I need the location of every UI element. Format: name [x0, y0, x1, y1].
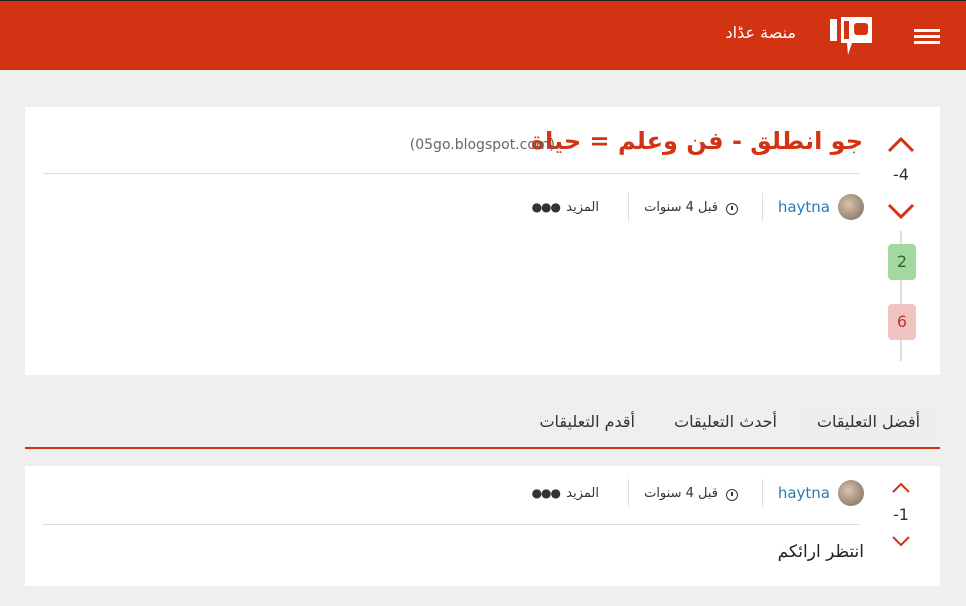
comment-time: قبل 4 سنوات [644, 486, 718, 501]
comment-text: انتظر ارائكم [777, 542, 864, 562]
tab-oldest-comments[interactable]: أقدم التعليقات [539, 412, 635, 431]
downvote-icon[interactable] [891, 535, 911, 547]
meta-separator [762, 479, 763, 507]
comment-meta-row: haytna قبل 4 سنوات المزيد ●●● [25, 479, 940, 509]
more-dots-icon[interactable]: ●●● [532, 486, 561, 500]
tab-best-comments[interactable]: أفضل التعليقات [797, 402, 940, 439]
downvote-count-badge: 6 [888, 304, 916, 340]
upvote-icon[interactable] [887, 135, 915, 153]
author-link[interactable]: haytna [778, 484, 830, 502]
post-time: قبل 4 سنوات [644, 200, 718, 215]
post-title[interactable]: جو انطلق - فن وعلم = حياة [531, 127, 863, 155]
more-dots-icon[interactable]: ●●● [532, 200, 561, 214]
avatar[interactable] [838, 194, 864, 220]
comment-divider [43, 524, 860, 525]
meta-separator [762, 193, 763, 221]
more-button[interactable]: المزيد [566, 200, 599, 215]
clock-icon [726, 203, 738, 215]
hamburger-menu-icon[interactable] [914, 29, 940, 45]
author-link[interactable]: haytna [778, 198, 830, 216]
site-name[interactable]: منصة عڈاد [726, 23, 796, 42]
upvote-count-badge: 2 [888, 244, 916, 280]
site-logo-icon[interactable] [830, 13, 882, 57]
tab-newest-comments[interactable]: أحدث التعليقات [674, 412, 777, 431]
post-card: -4 2 6 جو انطلق - فن وعلم = حياة (05go.b… [25, 107, 940, 375]
more-button[interactable]: المزيد [566, 486, 599, 501]
post-score: -4 [893, 165, 909, 184]
meta-separator [628, 479, 629, 507]
comment-tabs: أفضل التعليقات أحدث التعليقات أقدم التعل… [25, 402, 940, 449]
clock-icon [726, 489, 738, 501]
avatar[interactable] [838, 480, 864, 506]
meta-separator [628, 193, 629, 221]
title-divider [43, 173, 860, 174]
post-domain[interactable]: (05go.blogspot.com) [410, 137, 555, 153]
post-meta-row: haytna قبل 4 سنوات المزيد ●●● [25, 193, 940, 223]
top-bar: منصة عڈاد [0, 0, 966, 70]
comment-card: -1 haytna قبل 4 سنوات المزيد ●●● انتظر ا… [25, 466, 940, 586]
